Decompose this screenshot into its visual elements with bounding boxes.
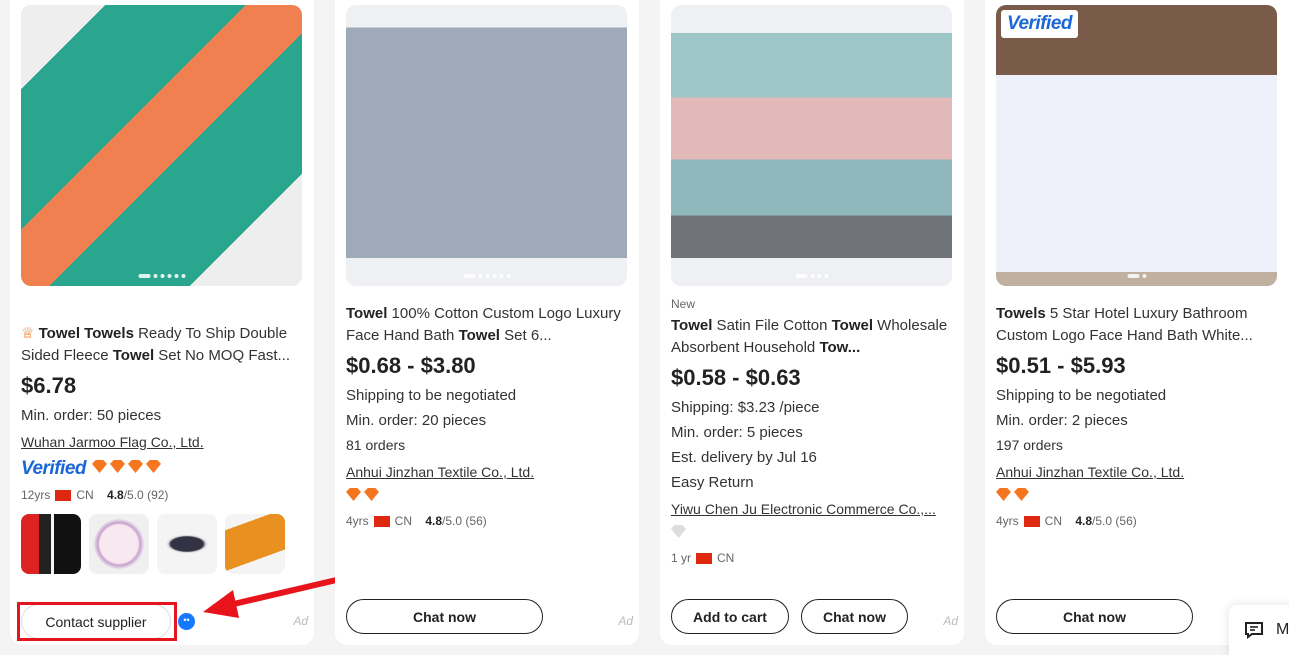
title-segment: Towel: [346, 305, 388, 322]
china-flag-icon: [696, 552, 713, 564]
rating-count: /5.0 (56): [442, 514, 487, 528]
years: 1 yr: [671, 551, 692, 565]
rating-count: /5.0 (92): [123, 488, 169, 502]
diamond-icon: [128, 460, 143, 473]
verified-badge: Verified: [1001, 10, 1078, 38]
title-segment: Towel Towels: [38, 325, 134, 342]
add-to-cart-button[interactable]: Add to cart: [671, 599, 789, 634]
crown-icon: ♕: [21, 325, 35, 342]
product-title[interactable]: Towel Satin File Cotton Towel Wholesale …: [671, 315, 953, 359]
diamond-rating-icons: [92, 460, 164, 478]
thumbnail[interactable]: [89, 514, 149, 574]
diamond-rating-icons: [996, 488, 1278, 506]
min-order: Min. order: 2 pieces: [996, 412, 1128, 429]
min-order: Min. order: 50 pieces: [21, 407, 162, 424]
country: CN: [76, 488, 94, 502]
country: CN: [394, 514, 413, 528]
years: 4yrs: [346, 514, 369, 528]
diamond-icon: [364, 488, 379, 501]
diamond-icon: [110, 460, 125, 473]
rating: 4.8: [107, 488, 124, 502]
verified-badge: Verified: [21, 458, 87, 479]
shipping-info: Shipping to be negotiated: [996, 387, 1167, 404]
years: 12yrs: [21, 488, 51, 502]
messenger-label: M: [1276, 621, 1289, 638]
title-segment: Set No MOQ Fast...: [154, 347, 290, 364]
messenger-button[interactable]: M: [1229, 605, 1289, 655]
product-image[interactable]: [671, 5, 952, 286]
shipping-info: Shipping to be negotiated: [346, 387, 517, 404]
diamond-icon: [346, 488, 361, 501]
ad-label: Ad: [618, 614, 633, 628]
supplier-link[interactable]: Yiwu Chen Ju Electronic Commerce Co.,...: [671, 501, 953, 517]
easy-return: Easy Return: [671, 474, 754, 491]
thumbnail[interactable]: [157, 514, 217, 574]
thumbnail[interactable]: [225, 514, 285, 574]
chat-now-button[interactable]: Chat now: [996, 599, 1193, 634]
product-card[interactable]: ♕ Towel Towels Ready To Ship Double Side…: [10, 0, 314, 645]
product-image[interactable]: [21, 5, 302, 286]
china-flag-icon: [373, 515, 390, 527]
china-flag-icon: [55, 489, 72, 501]
title-segment: Towels: [996, 305, 1046, 322]
product-title[interactable]: Towels 5 Star Hotel Luxury Bathroom Cust…: [996, 303, 1278, 347]
years: 4yrs: [996, 514, 1019, 528]
min-order: Min. order: 20 pieces: [346, 412, 487, 429]
chat-now-button[interactable]: Chat now: [801, 599, 908, 634]
rating: 4.8: [425, 514, 443, 528]
shipping-info: Shipping: $3.23 /piece: [671, 399, 820, 416]
title-segment: Towel: [458, 327, 500, 344]
supplier-link[interactable]: Wuhan Jarmoo Flag Co., Ltd.: [21, 434, 303, 450]
chat-bubble-icon[interactable]: ••: [178, 613, 195, 630]
supplier-link[interactable]: Anhui Jinzhan Textile Co., Ltd.: [346, 464, 628, 480]
title-segment: Towel: [112, 347, 155, 364]
message-icon: [1245, 622, 1263, 639]
new-badge: New: [671, 297, 696, 311]
delivery-estimate: Est. delivery by Jul 16: [671, 449, 817, 466]
country: CN: [717, 551, 735, 565]
product-price: $0.51 - $5.93: [996, 353, 1126, 378]
diamond-icon: [146, 460, 161, 473]
chat-now-button[interactable]: Chat now: [346, 599, 543, 634]
supplier-link[interactable]: Anhui Jinzhan Textile Co., Ltd.: [996, 464, 1278, 480]
country: CN: [1044, 514, 1063, 528]
product-card[interactable]: Verified Towels 5 Star Hotel Luxury Bath…: [985, 0, 1289, 645]
diamond-icon: [671, 525, 686, 538]
diamond-icon: [996, 488, 1011, 501]
china-flag-icon: [1023, 515, 1040, 527]
thumbnail[interactable]: [21, 514, 81, 574]
product-image[interactable]: [346, 5, 627, 286]
title-segment: Set 6...: [499, 327, 552, 344]
product-title[interactable]: Towel Towels Ready To Ship Double Sided …: [21, 325, 290, 364]
product-card[interactable]: Towel 100% Cotton Custom Logo Luxury Fac…: [335, 0, 639, 645]
diamond-icon: [1014, 488, 1029, 501]
title-segment: Satin File Cotton: [712, 317, 832, 334]
annotation-highlight-box: [17, 602, 177, 641]
title-segment: Towel: [671, 317, 713, 334]
diamond-icon: [92, 460, 107, 473]
rating: 4.8: [1075, 514, 1093, 528]
product-image[interactable]: Verified: [996, 5, 1277, 286]
product-price: $0.58 - $0.63: [671, 365, 801, 390]
product-price: $6.78: [21, 373, 77, 398]
orders-count: 197 orders: [996, 437, 1063, 453]
orders-count: 81 orders: [346, 437, 406, 453]
rating-count: /5.0 (56): [1092, 514, 1137, 528]
product-price: $0.68 - $3.80: [346, 353, 476, 378]
diamond-rating-icons: [346, 488, 628, 506]
diamond-rating-icons: [671, 525, 953, 543]
ad-label: Ad: [943, 614, 958, 628]
annotation-arrow: [203, 575, 346, 618]
product-title[interactable]: Towel 100% Cotton Custom Logo Luxury Fac…: [346, 303, 628, 347]
product-card[interactable]: New Towel Satin File Cotton Towel Wholes…: [660, 0, 964, 645]
min-order: Min. order: 5 pieces: [671, 424, 803, 441]
title-segment: Tow...: [819, 339, 861, 356]
title-segment: Towel: [831, 317, 874, 334]
